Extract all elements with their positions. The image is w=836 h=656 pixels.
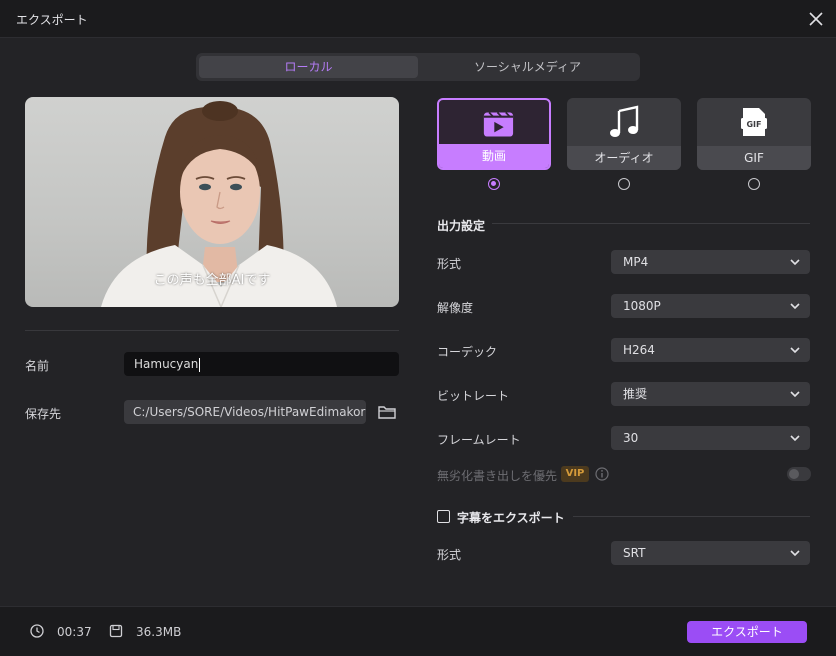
resolution-label: 解像度 — [437, 301, 474, 315]
bitrate-select[interactable]: 推奨 — [611, 382, 810, 406]
save-disk-icon — [109, 624, 123, 638]
file-name-input[interactable]: Hamucyan — [124, 352, 399, 376]
chevron-down-icon — [790, 303, 800, 310]
info-icon[interactable] — [595, 467, 609, 481]
format-card-video-label: 動画 — [439, 144, 549, 168]
vip-badge: VIP — [561, 466, 589, 482]
text-caret — [199, 357, 201, 372]
subtitle-format-select[interactable]: SRT — [611, 541, 810, 565]
video-preview: この声も全部AIです — [25, 97, 399, 307]
file-size-text: 36.3MB — [136, 625, 182, 639]
format-radio-gif[interactable] — [748, 178, 760, 190]
tab-local[interactable]: ローカル — [199, 56, 418, 78]
resolution-select-value: 1080P — [623, 299, 661, 313]
duration-text: 00:37 — [57, 625, 92, 639]
footer-bar: 00:37 36.3MB エクスポート — [0, 606, 836, 656]
frame-rate-select[interactable]: 30 — [611, 426, 810, 450]
export-subtitles-checkbox[interactable] — [437, 510, 450, 523]
export-subtitles-label: 字幕をエクスポート — [457, 511, 565, 525]
section-divider — [573, 516, 810, 517]
title-bar: エクスポート — [0, 0, 836, 38]
save-path-label: 保存先 — [25, 407, 62, 421]
divider — [25, 330, 399, 331]
export-destination-tabs: ローカル ソーシャルメディア — [196, 53, 640, 81]
chevron-down-icon — [790, 550, 800, 557]
bitrate-select-value: 推奨 — [623, 387, 648, 401]
section-divider — [492, 223, 810, 224]
format-card-gif-label: GIF — [697, 146, 811, 170]
name-label: 名前 — [25, 359, 50, 373]
chevron-down-icon — [790, 259, 800, 266]
codec-select[interactable]: H264 — [611, 338, 810, 362]
chevron-down-icon — [790, 391, 800, 398]
format-label: 形式 — [437, 257, 462, 271]
svg-text:GIF: GIF — [746, 120, 761, 129]
export-button[interactable]: エクスポート — [687, 621, 807, 643]
format-select-value: MP4 — [623, 255, 649, 269]
chevron-down-icon — [790, 435, 800, 442]
close-icon[interactable] — [806, 9, 826, 29]
gif-file-icon: GIF — [741, 108, 767, 136]
subtitle-format-value: SRT — [623, 546, 646, 560]
format-card-video[interactable]: 動画 — [437, 98, 551, 170]
lossless-export-label: 無劣化書き出しを優先 — [437, 469, 558, 483]
format-radio-audio[interactable] — [618, 178, 630, 190]
clapperboard-icon — [483, 111, 514, 137]
folder-icon[interactable] — [377, 403, 397, 421]
codec-label: コーデック — [437, 345, 498, 359]
save-path-field[interactable]: C:/Users/SORE/Videos/HitPawEdimakor — [124, 400, 366, 424]
subtitle-format-label: 形式 — [437, 548, 462, 562]
resolution-select[interactable]: 1080P — [611, 294, 810, 318]
lossless-toggle[interactable] — [787, 467, 811, 481]
format-card-audio-label: オーディオ — [567, 146, 681, 170]
clock-icon — [30, 624, 44, 638]
output-settings-title: 出力設定 — [437, 219, 486, 233]
format-card-gif[interactable]: GIF GIF — [697, 98, 811, 170]
format-card-audio[interactable]: オーディオ — [567, 98, 681, 170]
format-radio-video[interactable] — [488, 178, 500, 190]
frame-rate-select-value: 30 — [623, 431, 639, 445]
music-note-icon — [610, 105, 639, 137]
chevron-down-icon — [790, 347, 800, 354]
codec-select-value: H264 — [623, 343, 655, 357]
window-title: エクスポート — [16, 13, 88, 27]
tab-social-media[interactable]: ソーシャルメディア — [418, 56, 637, 78]
bitrate-label: ビットレート — [437, 389, 510, 403]
frame-rate-label: フレームレート — [437, 433, 521, 447]
file-name-value: Hamucyan — [134, 357, 199, 371]
format-select[interactable]: MP4 — [611, 250, 810, 274]
preview-subtitle: この声も全部AIです — [153, 273, 271, 288]
